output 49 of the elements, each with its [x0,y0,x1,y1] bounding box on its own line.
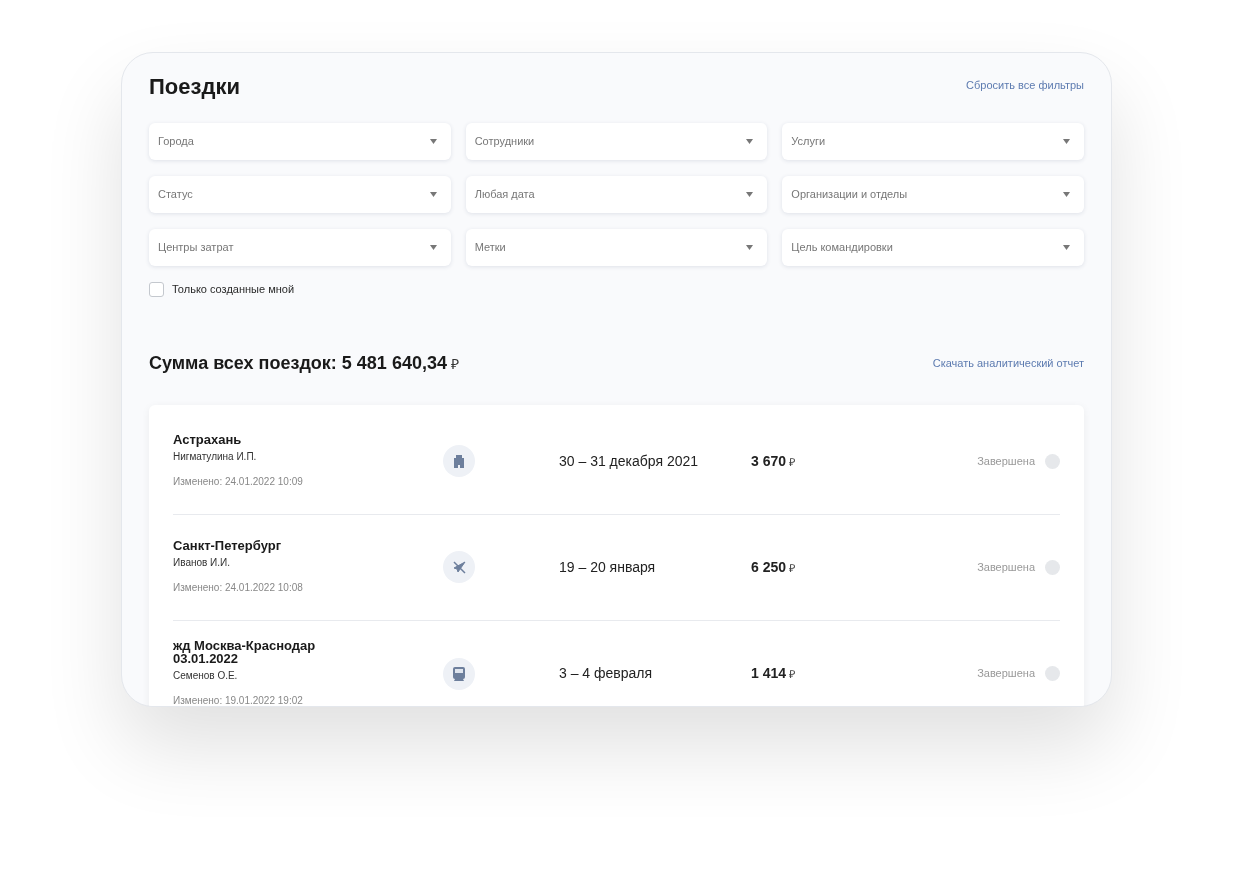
trip-dates: 3 – 4 февраля [559,664,654,683]
dropdown-caret-icon [429,192,437,197]
status-label: Завершена [977,666,1035,682]
filter-dropdown[interactable]: Любая дата [465,176,768,213]
modified-date: Изменено: 24.01.2022 10:08 [173,581,304,595]
dropdown-caret-icon [746,192,754,197]
filter-dropdown[interactable]: Города [149,123,451,160]
modified-date: Изменено: 24.01.2022 10:09 [173,475,304,489]
trip-dates: 19 – 20 января [559,557,657,577]
traveler-name: Семенов О.Е. [173,669,239,683]
checkbox[interactable] [149,281,164,297]
trip-title[interactable]: жд Москва-Краснодар 03.01.2022 [173,639,373,665]
dropdown-caret-icon [1063,139,1070,144]
total-sum: Сумма всех поездок: 5 481 640,34 [149,351,447,375]
building-icon [453,454,465,468]
trip-amount: 1 414 [751,664,787,683]
download-report-link[interactable]: Скачать аналитический отчет [932,354,1084,372]
dropdown-caret-icon [429,139,437,144]
filter-dropdown[interactable]: Сотрудники [465,123,768,160]
trip-title[interactable]: Санкт-Петербург [173,539,373,552]
filter-dropdown[interactable]: Метки [465,229,768,266]
traveler-name: Иванов И.И. [173,556,232,570]
dropdown-caret-icon [429,245,437,250]
reset-filters-link[interactable]: Сбросить все фильтры [966,77,1084,94]
page-title: Поездки [149,73,240,101]
currency-sign: ₽ [789,560,796,576]
filter-dropdown[interactable]: Организации и отделы [782,176,1084,213]
currency-sign: ₽ [789,667,796,682]
dropdown-caret-icon [1063,192,1070,197]
trip-dates: 30 – 31 декабря 2021 [559,451,700,471]
currency-sign: ₽ [450,354,459,374]
dropdown-caret-icon [746,245,754,250]
filter-dropdown[interactable]: Услуги [782,123,1084,160]
filter-dropdown[interactable]: Центры затрат [149,229,451,266]
status-label: Завершена [977,559,1035,575]
dropdown-caret-icon [746,139,754,144]
filter-dropdown[interactable]: Цель командировки [782,229,1084,266]
trip-amount: 6 250 [751,557,787,577]
trip-title[interactable]: Астрахань [173,433,373,446]
crossed-plane-icon [451,559,467,575]
filter-dropdown[interactable]: Статус [149,176,451,213]
train-icon [453,666,465,681]
modified-date: Изменено: 19.01.2022 19:02 [173,694,304,706]
trip-amount: 3 670 [751,451,787,471]
dropdown-caret-icon [1063,245,1070,250]
currency-sign: ₽ [789,454,796,470]
checkbox-label: Только созданные мной [172,282,295,297]
traveler-name: Нигматулина И.П. [173,450,258,464]
status-label: Завершена [977,453,1035,469]
